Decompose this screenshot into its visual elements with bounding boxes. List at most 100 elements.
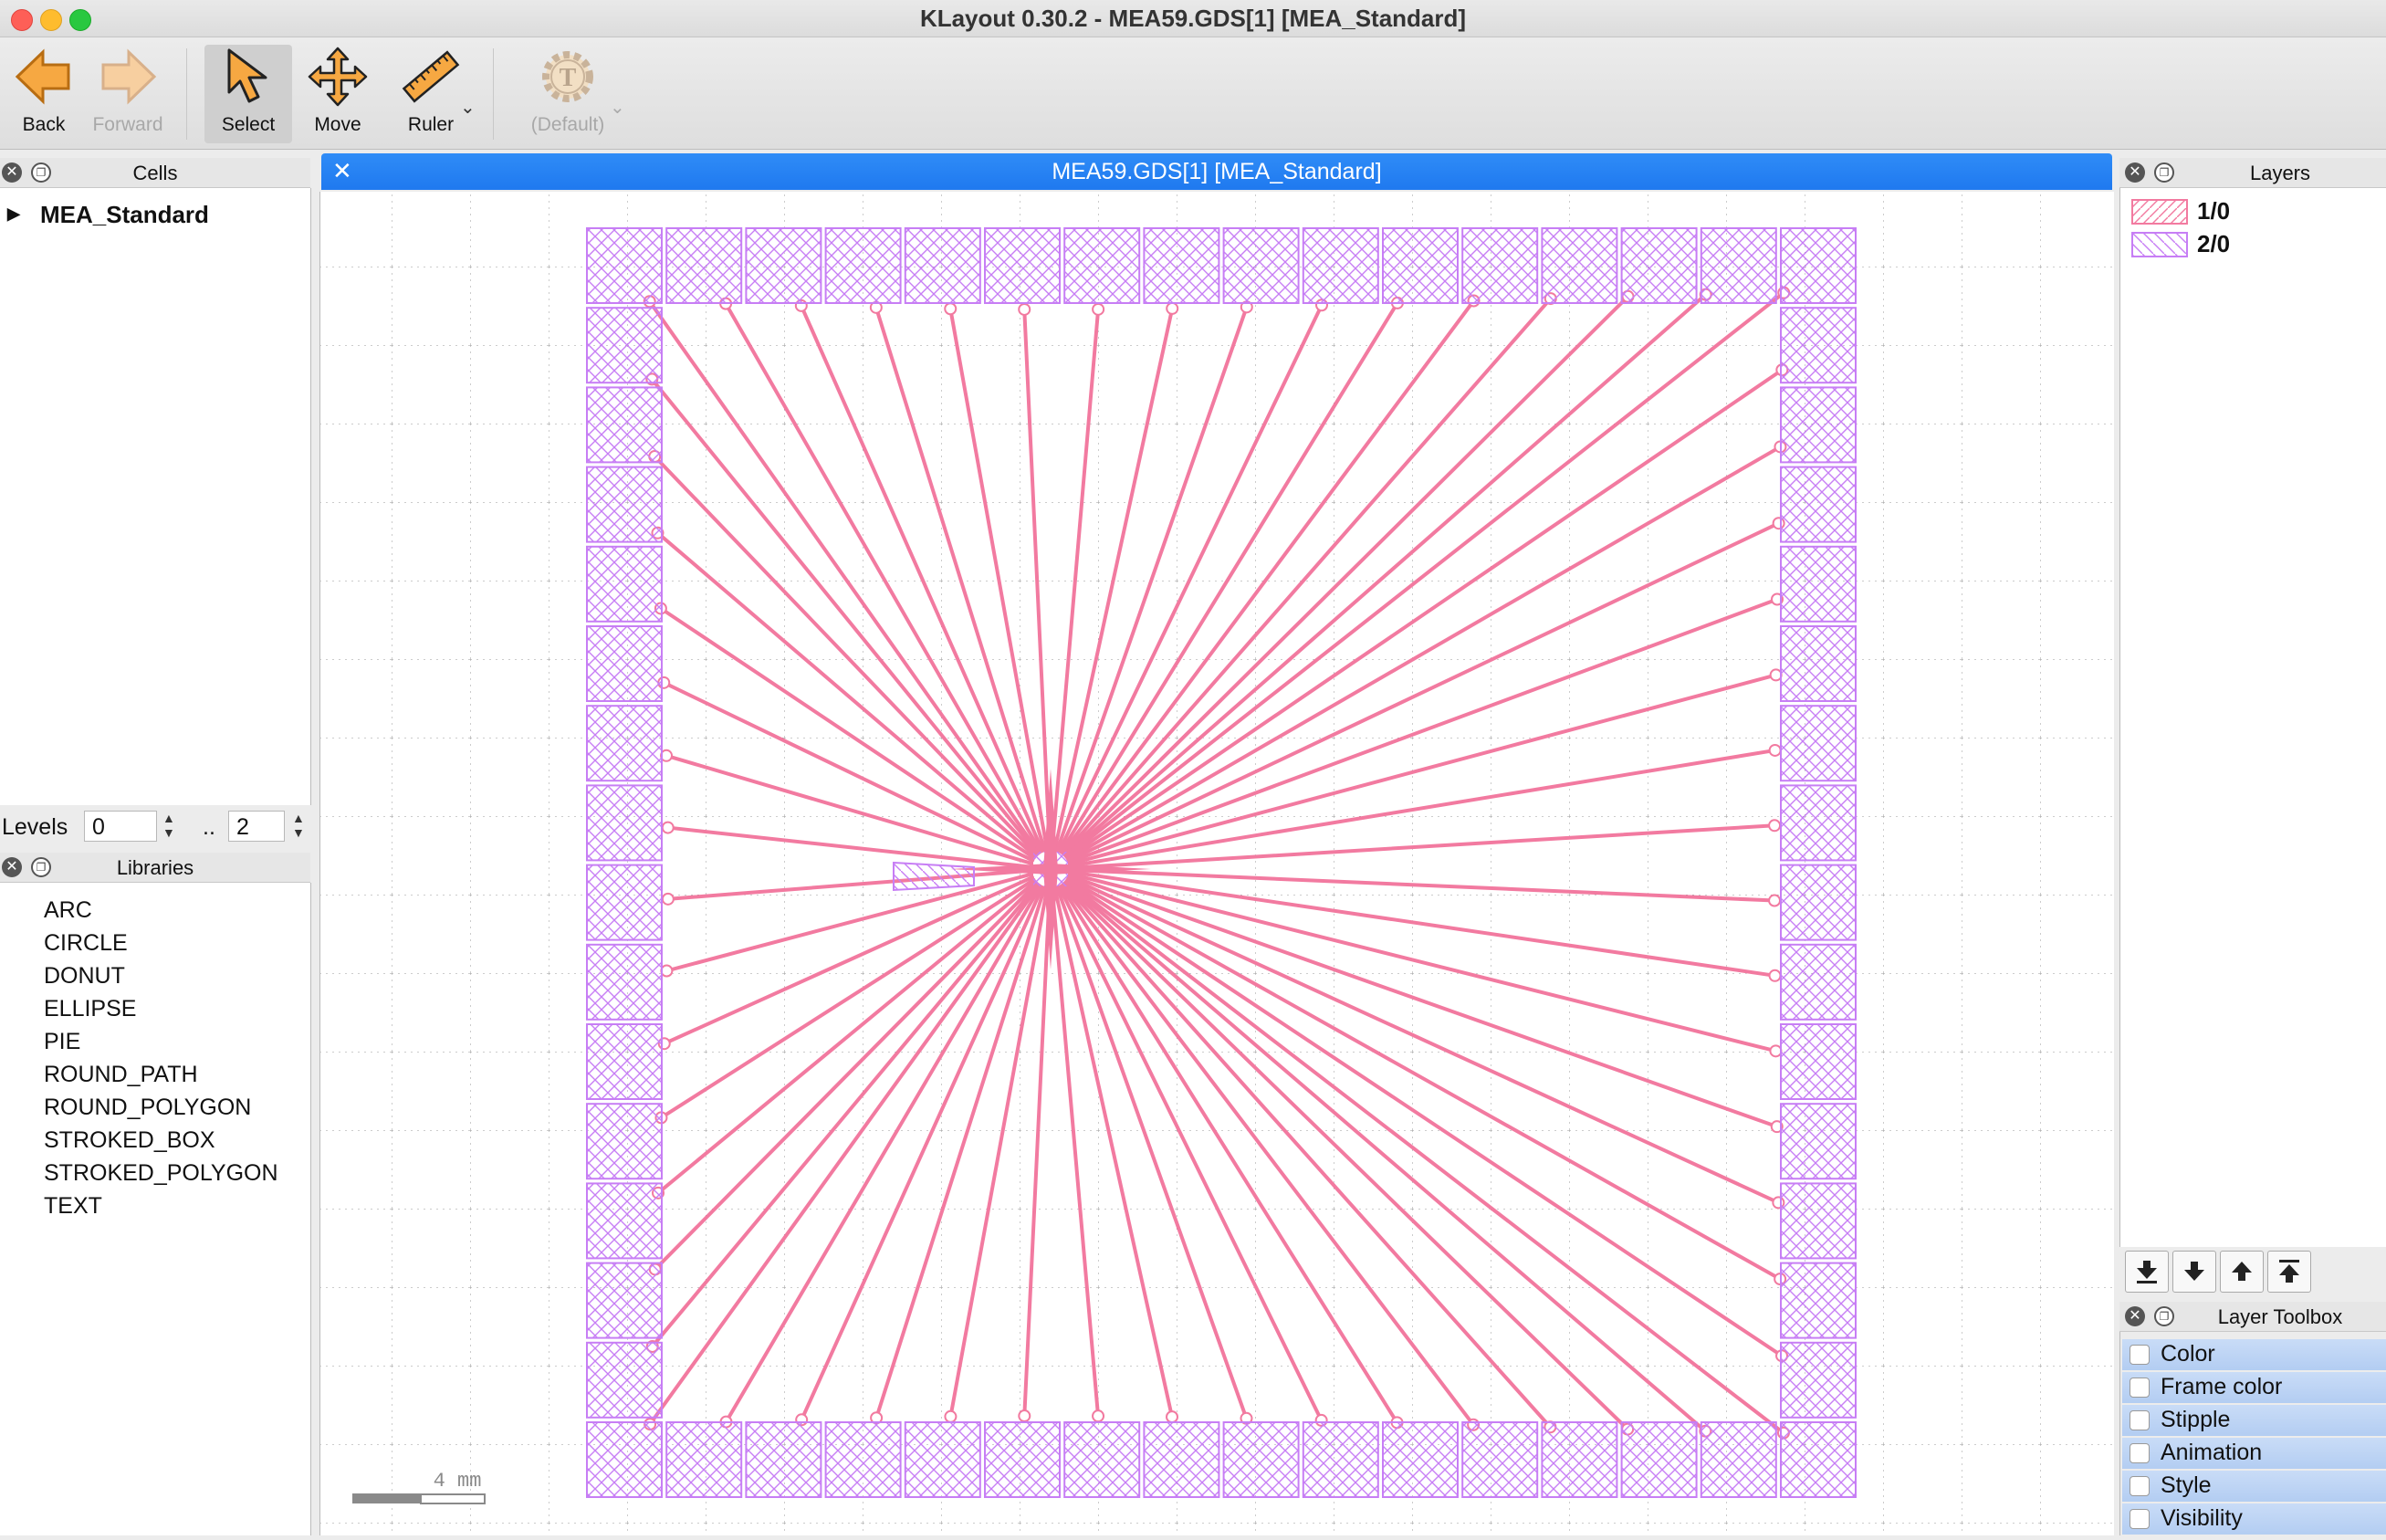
- move-layer-bottom-button[interactable]: [2125, 1251, 2169, 1293]
- layer-toolbox-float-icon[interactable]: ❐: [2154, 1306, 2174, 1326]
- move-layer-top-button[interactable]: [2267, 1251, 2311, 1293]
- cell-tree-item[interactable]: ▶ MEA_Standard: [0, 201, 310, 234]
- library-item[interactable]: PIE: [44, 1029, 80, 1055]
- contact-pad: [586, 307, 663, 384]
- contact-pad: [1780, 545, 1857, 623]
- toolbox-section-visibility[interactable]: Visibility: [2122, 1503, 2386, 1535]
- default-mode-button[interactable]: T (Default): [522, 45, 613, 143]
- contact-pad: [1063, 227, 1141, 304]
- library-item[interactable]: DONUT: [44, 963, 125, 990]
- library-item[interactable]: ROUND_PATH: [44, 1062, 198, 1088]
- section-toggle-checkbox[interactable]: [2130, 1509, 2150, 1529]
- library-item[interactable]: ROUND_POLYGON: [44, 1095, 251, 1121]
- library-item[interactable]: TEXT: [44, 1193, 102, 1220]
- cells-panel: ▶ MEA_Standard: [0, 188, 311, 805]
- section-toggle-checkbox[interactable]: [2130, 1345, 2150, 1365]
- library-item[interactable]: ARC: [44, 897, 92, 924]
- scale-bar: [352, 1493, 486, 1504]
- layers-close-icon[interactable]: ✕: [2125, 162, 2145, 183]
- ruler-tool-button[interactable]: Ruler: [387, 45, 475, 143]
- contact-pad: [1143, 227, 1220, 304]
- title-bar: KLayout 0.30.2 - MEA59.GDS[1] [MEA_Stand…: [0, 0, 2386, 37]
- levels-to-stepper-icon[interactable]: ▲ ▼: [292, 811, 305, 840]
- contact-pad: [1780, 1341, 1857, 1419]
- forward-label: Forward: [92, 114, 163, 135]
- default-dropdown-chevron-icon[interactable]: ⌄: [610, 96, 625, 119]
- back-label: Back: [22, 114, 66, 135]
- trace-via: [661, 821, 675, 834]
- expand-triangle-icon[interactable]: ▶: [7, 204, 20, 224]
- contact-pad: [1780, 1023, 1857, 1100]
- toolbox-section-label: Style: [2161, 1472, 2212, 1498]
- toolbar-separator: [186, 48, 187, 140]
- layout-drawing[interactable]: 4 mm: [320, 192, 2114, 1535]
- main-toolbar: Back Forward Select Move Ruler ⌄ T (Defa…: [0, 37, 2386, 150]
- contact-pad: [824, 227, 902, 304]
- contact-pad: [1700, 227, 1777, 304]
- layer-toolbox-close-icon[interactable]: ✕: [2125, 1306, 2145, 1326]
- layout-view-tab[interactable]: ✕ MEA59.GDS[1] [MEA_Standard]: [321, 153, 2112, 190]
- ruler-dropdown-chevron-icon[interactable]: ⌄: [460, 96, 476, 119]
- contact-pad: [586, 1421, 663, 1498]
- back-button[interactable]: Back: [0, 45, 88, 143]
- contact-pad: [586, 1182, 663, 1260]
- trace-via: [944, 1409, 958, 1423]
- layer-1-stipple-icon: [2131, 199, 2188, 225]
- cell-name: MEA_Standard: [40, 201, 209, 228]
- layers-float-icon[interactable]: ❐: [2154, 162, 2174, 183]
- trace-via: [1166, 1410, 1179, 1424]
- levels-from-stepper-icon[interactable]: ▲ ▼: [162, 811, 175, 840]
- libraries-panel-title: Libraries: [116, 856, 194, 879]
- contact-pad: [1382, 227, 1459, 304]
- contact-pad: [904, 1421, 981, 1498]
- move-label: Move: [314, 114, 361, 135]
- move-tool-button[interactable]: Move: [294, 45, 382, 143]
- toolbox-section-style[interactable]: Style: [2122, 1471, 2386, 1502]
- toolbox-section-stipple[interactable]: Stipple: [2122, 1405, 2386, 1436]
- move-down-icon: [2184, 1262, 2204, 1281]
- contact-pad: [1780, 1103, 1857, 1180]
- scale-bar-label: 4 mm: [434, 1470, 482, 1493]
- select-tool-button[interactable]: Select: [204, 45, 292, 143]
- layer-name: 2/0: [2197, 230, 2231, 257]
- toolbox-section-frame-color[interactable]: Frame color: [2122, 1372, 2386, 1403]
- section-toggle-checkbox[interactable]: [2130, 1476, 2150, 1496]
- toolbox-section-label: Color: [2161, 1341, 2215, 1367]
- layer-2-stipple-icon: [2131, 232, 2188, 257]
- contact-pad: [1780, 386, 1857, 464]
- levels-to-input[interactable]: 2: [228, 811, 285, 842]
- move-bottom-icon: [2137, 1261, 2157, 1283]
- library-item[interactable]: STROKED_BOX: [44, 1127, 215, 1154]
- layer-toolbox-title: Layer Toolbox: [2217, 1305, 2343, 1328]
- contact-pad: [1780, 705, 1857, 782]
- levels-from-input[interactable]: 0: [84, 811, 157, 842]
- libraries-panel-header: ✕ ❐ Libraries: [0, 853, 310, 883]
- trace-via: [1018, 302, 1031, 316]
- trace-via: [1769, 1044, 1783, 1058]
- trace-via: [944, 302, 958, 316]
- window-title: KLayout 0.30.2 - MEA59.GDS[1] [MEA_Stand…: [919, 5, 1467, 32]
- contact-pad: [586, 227, 663, 304]
- contact-pad: [586, 1023, 663, 1100]
- move-layer-down-button[interactable]: [2172, 1251, 2216, 1293]
- library-item[interactable]: CIRCLE: [44, 930, 128, 957]
- section-toggle-checkbox[interactable]: [2130, 1378, 2150, 1398]
- layer-name: 1/0: [2197, 197, 2231, 225]
- library-item[interactable]: ELLIPSE: [44, 996, 136, 1022]
- library-item[interactable]: STROKED_POLYGON: [44, 1160, 278, 1187]
- toolbox-section-label: Visibility: [2161, 1505, 2243, 1531]
- move-layer-up-button[interactable]: [2220, 1251, 2264, 1293]
- default-mode-label: (Default): [530, 114, 605, 135]
- contact-pad: [1780, 864, 1857, 941]
- toolbox-section-color[interactable]: Color: [2122, 1339, 2386, 1370]
- layout-canvas[interactable]: 4 mm: [319, 192, 2114, 1535]
- levels-separator: ..: [203, 814, 215, 840]
- toolbox-section-animation[interactable]: Animation: [2122, 1438, 2386, 1469]
- section-toggle-checkbox[interactable]: [2130, 1410, 2150, 1430]
- section-toggle-checkbox[interactable]: [2130, 1443, 2150, 1463]
- trace-via: [1768, 894, 1782, 907]
- svg-text:T: T: [560, 64, 577, 92]
- forward-button[interactable]: Forward: [84, 45, 172, 143]
- select-cursor-icon: [227, 48, 267, 103]
- trace-via: [1768, 743, 1782, 757]
